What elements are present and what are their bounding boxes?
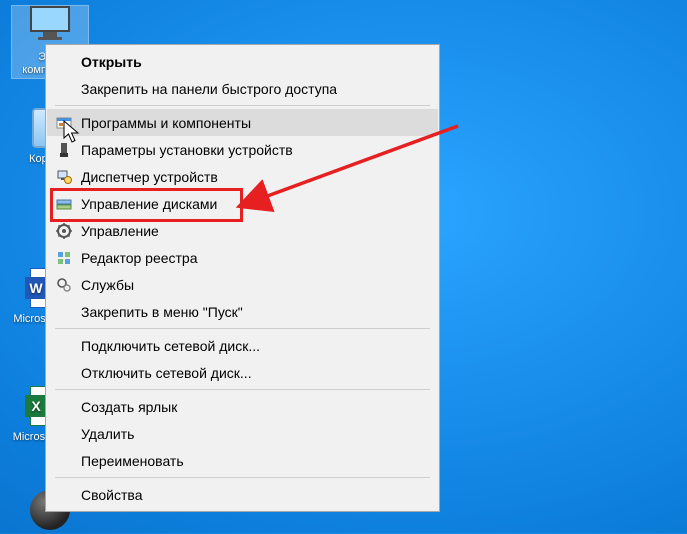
menu-item-pin-quick-access[interactable]: Закрепить на панели быстрого доступа — [47, 75, 438, 102]
services-icon — [53, 277, 75, 293]
manage-icon — [53, 223, 75, 239]
menu-item-programs-features[interactable]: Программы и компоненты — [47, 109, 438, 136]
menu-item-manage[interactable]: Управление — [47, 217, 438, 244]
menu-item-device-install-settings[interactable]: Параметры установки устройств — [47, 136, 438, 163]
menu-item-disk-management[interactable]: Управление дисками — [47, 190, 438, 217]
menu-separator — [55, 328, 430, 329]
device-settings-icon — [53, 142, 75, 158]
menu-item-properties[interactable]: Свойства — [47, 481, 438, 508]
menu-item-services[interactable]: Службы — [47, 271, 438, 298]
device-manager-icon — [53, 169, 75, 185]
context-menu: Открыть Закрепить на панели быстрого дос… — [45, 44, 440, 512]
menu-item-disconnect-network-drive[interactable]: Отключить сетевой диск... — [47, 359, 438, 386]
menu-item-create-shortcut[interactable]: Создать ярлык — [47, 393, 438, 420]
menu-item-rename[interactable]: Переименовать — [47, 447, 438, 474]
menu-separator — [55, 477, 430, 478]
menu-item-open[interactable]: Открыть — [47, 48, 438, 75]
registry-icon — [53, 250, 75, 266]
programs-icon — [53, 115, 75, 131]
pc-icon — [26, 6, 74, 46]
menu-item-delete[interactable]: Удалить — [47, 420, 438, 447]
menu-separator — [55, 105, 430, 106]
menu-separator — [55, 389, 430, 390]
menu-item-registry-editor[interactable]: Редактор реестра — [47, 244, 438, 271]
menu-item-device-manager[interactable]: Диспетчер устройств — [47, 163, 438, 190]
menu-item-map-network-drive[interactable]: Подключить сетевой диск... — [47, 332, 438, 359]
menu-item-pin-start[interactable]: Закрепить в меню "Пуск" — [47, 298, 438, 325]
disk-management-icon — [53, 196, 75, 212]
